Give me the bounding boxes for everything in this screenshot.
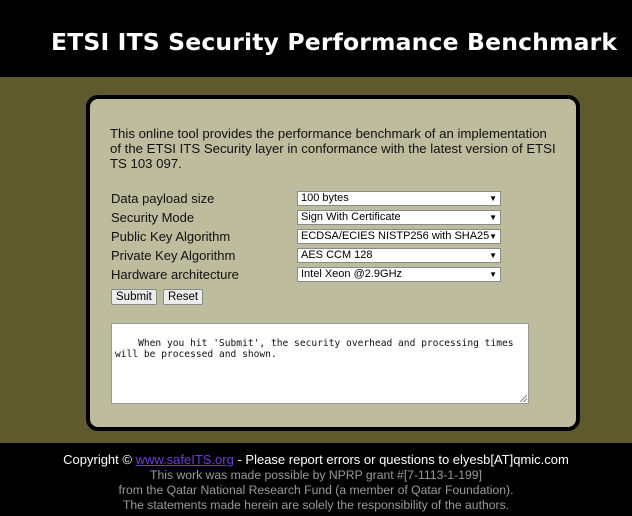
intro-text: This online tool provides the performanc… (110, 126, 556, 171)
dropdown-arrow-icon: ▼ (489, 270, 497, 279)
benchmark-panel: This online tool provides the performanc… (86, 95, 580, 431)
public-key-algorithm-select[interactable]: ECDSA/ECIES NISTP256 with SHA256 ▼ (297, 229, 501, 244)
security-mode-label: Security Mode (111, 210, 195, 225)
page-footer: Copyright © www.safeITS.org - Please rep… (0, 443, 632, 516)
disclaimer-line: The statements made herein are solely th… (122, 498, 510, 512)
dropdown-arrow-icon: ▼ (489, 213, 497, 222)
page-header: ETSI ITS Security Performance Benchmark (0, 0, 632, 77)
hardware-architecture-select[interactable]: Intel Xeon @2.9GHz ▼ (297, 267, 501, 282)
dropdown-arrow-icon: ▼ (489, 232, 497, 241)
copyright-line: Copyright © www.safeITS.org - Please rep… (0, 452, 632, 467)
results-textarea[interactable]: When you hit 'Submit', the security over… (111, 323, 529, 404)
reset-button[interactable]: Reset (163, 289, 204, 305)
resize-handle-icon[interactable] (520, 395, 527, 402)
private-key-algorithm-label: Private Key Algorithm (111, 248, 236, 263)
hardware-architecture-label: Hardware architecture (111, 267, 239, 282)
payload-size-select[interactable]: 100 bytes ▼ (297, 191, 501, 206)
dropdown-arrow-icon: ▼ (489, 194, 497, 203)
private-key-algorithm-select[interactable]: AES CCM 128 ▼ (297, 248, 501, 263)
page-title: ETSI ITS Security Performance Benchmark (51, 28, 618, 56)
results-placeholder-text: When you hit 'Submit', the security over… (115, 338, 514, 360)
copyright-prefix: Copyright © (63, 452, 136, 467)
funding-line: from the Qatar National Research Fund (a… (118, 483, 514, 497)
submit-button[interactable]: Submit (111, 289, 157, 305)
public-key-algorithm-label: Public Key Algorithm (111, 229, 231, 244)
contact-text: - Please report errors or questions to e… (233, 452, 569, 467)
dropdown-arrow-icon: ▼ (489, 251, 497, 260)
payload-size-label: Data payload size (111, 191, 215, 206)
grant-line: This work was made possible by NPRP gran… (150, 468, 482, 482)
security-mode-select[interactable]: Sign With Certificate ▼ (297, 210, 501, 225)
safeits-link[interactable]: www.safeITS.org (136, 452, 234, 467)
